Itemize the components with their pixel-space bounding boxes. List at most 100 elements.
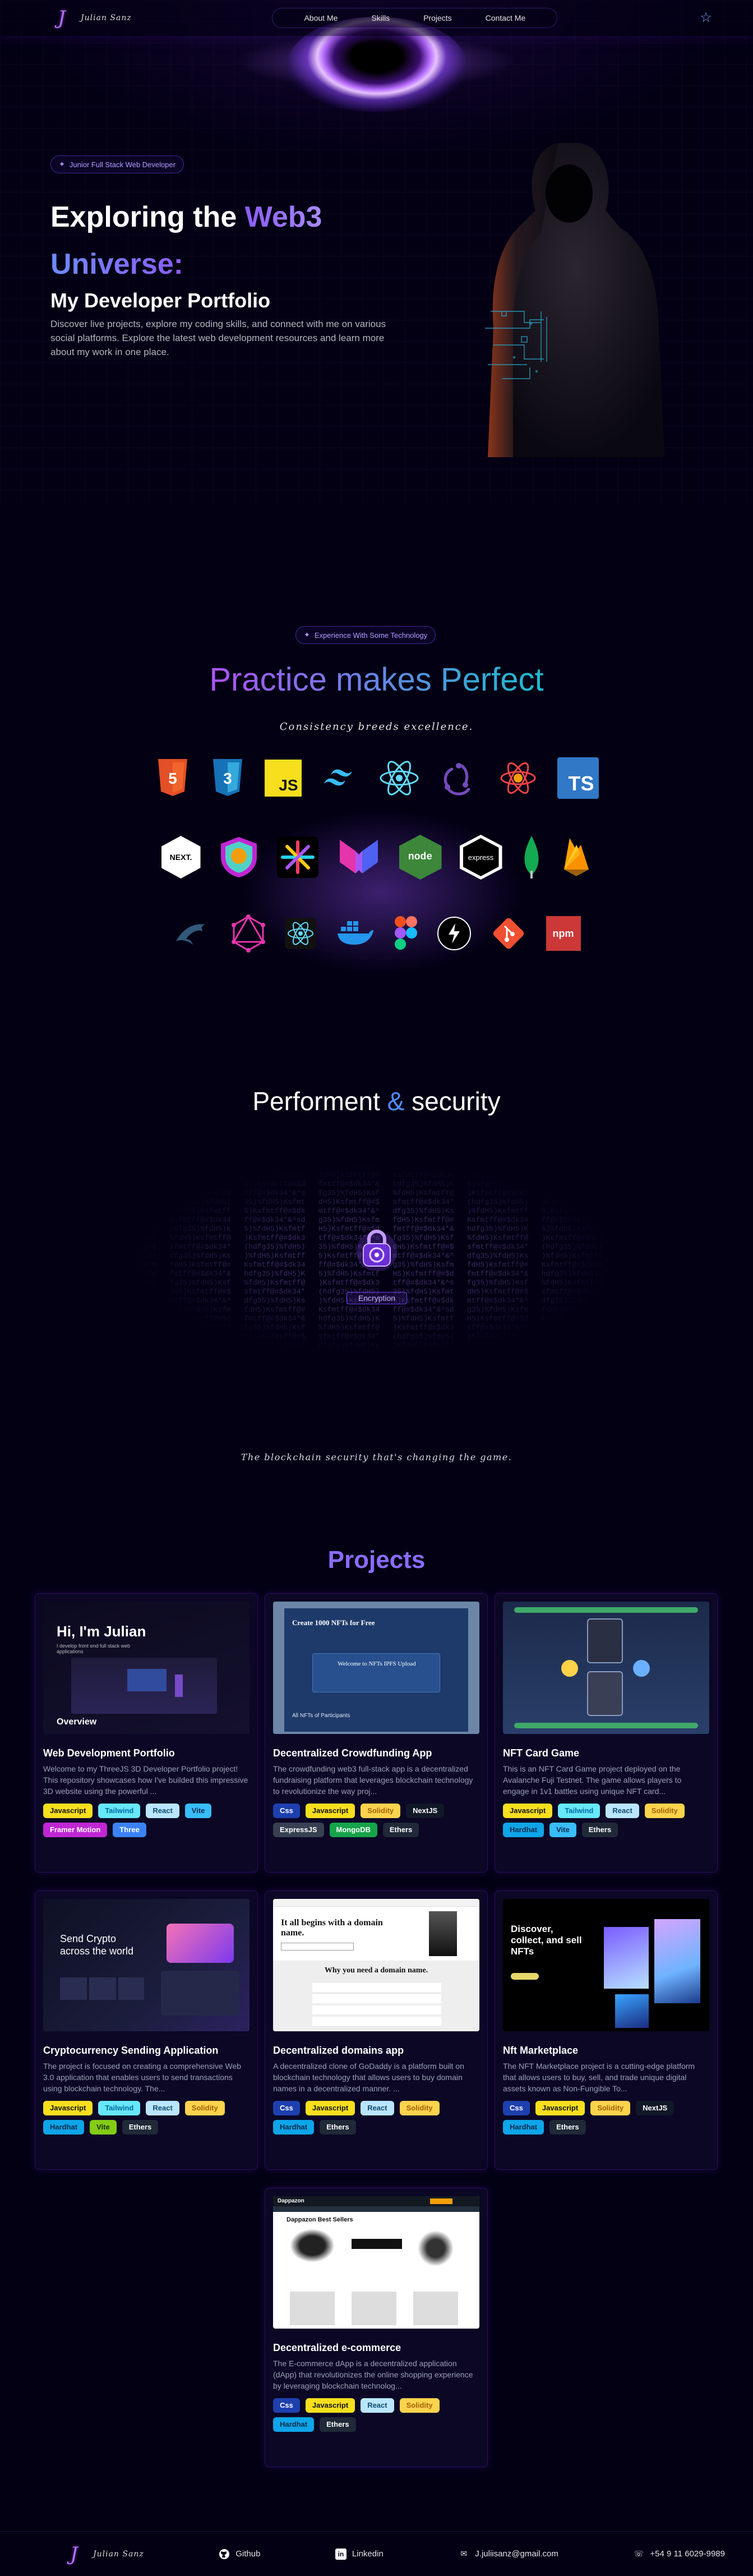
- footer-phone-link[interactable]: ☏ +54 9 11 6029-9989: [633, 2549, 725, 2560]
- footer-linkedin-label: Linkedin: [352, 2549, 384, 2559]
- thumb-connect: [430, 2198, 452, 2204]
- thumb-panel: Welcome to NFTs IPFS Upload: [312, 1653, 440, 1692]
- mysql-icon[interactable]: [173, 917, 212, 950]
- skills-badge-label: Experience With Some Technology: [314, 631, 428, 640]
- hooded-hacker-image: [485, 143, 664, 457]
- portfolio-page: { "nav": { "logo_letter": "J", "logo_tex…: [0, 0, 753, 2576]
- thumb-sub: Why you need a domain name.: [324, 1966, 428, 1975]
- project-card-crypto-sending[interactable]: Send Crypto across the world Cryptocurre…: [35, 1890, 258, 2170]
- nextjs-icon[interactable]: NEXT.: [161, 836, 201, 878]
- footer-github-link[interactable]: Github: [219, 2549, 260, 2560]
- footer-logo-text: Julian Sanz: [93, 2549, 144, 2559]
- phone-icon: ☏: [634, 2549, 644, 2558]
- project-card-nft-card-game[interactable]: NFT Card Game This is an NFT Card Game p…: [495, 1593, 718, 1873]
- thumb-nft-2: [654, 1919, 700, 2003]
- thumb-product-3: [413, 2229, 458, 2268]
- tag: Javascript: [535, 2101, 585, 2115]
- project-tags: Css Javascript React Solidity Hardhat Et…: [273, 2398, 482, 2432]
- nodejs-icon[interactable]: node: [399, 835, 442, 880]
- tag: Solidity: [590, 2101, 631, 2115]
- material-ui-icon[interactable]: [336, 836, 381, 878]
- project-card-crowdfunding[interactable]: Create 1000 NFTs for Free Welcome to NFT…: [265, 1593, 488, 1873]
- typescript-icon[interactable]: TS: [557, 757, 599, 799]
- star-icon[interactable]: ☆: [698, 10, 714, 26]
- project-card-domains[interactable]: It all begins with a domain name. Why yo…: [265, 1890, 488, 2170]
- health-bar-bottom: [514, 1723, 698, 1728]
- thumb-lower: Why you need a domain name.: [273, 1961, 479, 2031]
- encryption-label: Encryption: [347, 1292, 407, 1304]
- footer-logo-mark: J: [70, 2542, 78, 2565]
- skills-row-3: npm: [0, 914, 753, 953]
- sparkles-icon: ✦: [304, 631, 310, 639]
- tag: NextJS: [636, 2101, 675, 2115]
- thumb-desk-scene: [71, 1658, 217, 1714]
- html5-icon[interactable]: 5: [155, 758, 191, 798]
- skills-title: Practice makes Perfect: [0, 661, 753, 698]
- thumb-product-2: [352, 2229, 402, 2262]
- footer-logo[interactable]: J Julian Sanz: [63, 2543, 144, 2565]
- react-query-icon[interactable]: [498, 760, 538, 797]
- tailwind-icon[interactable]: [321, 766, 360, 790]
- tag: Javascript: [43, 1804, 93, 1818]
- nav-projects[interactable]: Projects: [406, 13, 469, 22]
- tag: Ethers: [382, 1823, 419, 1837]
- nav-contact-me[interactable]: Contact Me: [469, 13, 543, 22]
- hero-subtitle: My Developer Portfolio: [50, 289, 271, 312]
- lock-icon: [357, 1229, 397, 1271]
- express-icon-wrap[interactable]: express: [459, 835, 502, 880]
- tag: ExpressJS: [273, 1823, 324, 1837]
- nav-about-me[interactable]: About Me: [287, 13, 354, 22]
- hero-description: Discover live projects, explore my codin…: [50, 319, 386, 357]
- project-card-portfolio[interactable]: Hi, I'm Julian I develop front end full …: [35, 1593, 258, 1873]
- project-description: A decentralized clone of GoDaddy is a pl…: [273, 2062, 464, 2093]
- project-card-nft-marketplace[interactable]: Discover, collect, and sell NFTs Nft Mar…: [495, 1890, 718, 2170]
- tag: MongoDB: [329, 1823, 377, 1837]
- thumb-heading: Send Crypto across the world: [60, 1933, 134, 1957]
- npm-icon[interactable]: npm: [546, 916, 581, 951]
- docker-icon[interactable]: [335, 918, 375, 949]
- tag: Tailwind: [558, 1804, 600, 1818]
- tag: Hardhat: [43, 2120, 85, 2135]
- logo[interactable]: J Julian Sanz: [50, 7, 132, 29]
- tag: Javascript: [305, 1804, 355, 1818]
- thumb-domain-list: [312, 1983, 441, 2027]
- thumb-cta: [511, 1973, 539, 1980]
- react-icon[interactable]: [379, 760, 419, 797]
- tag: Vite: [549, 1823, 576, 1837]
- tag: React: [361, 2101, 394, 2115]
- footer-linkedin-link[interactable]: in Linkedin: [335, 2548, 384, 2560]
- firebase-icon[interactable]: [561, 836, 592, 878]
- attack-button: [561, 1660, 578, 1677]
- css3-icon[interactable]: 3: [210, 758, 246, 798]
- javascript-icon[interactable]: JS: [264, 760, 302, 797]
- nav-skills[interactable]: Skills: [354, 13, 406, 22]
- tag: Solidity: [399, 2398, 440, 2413]
- tag: Ethers: [549, 2120, 586, 2135]
- react-native-icon[interactable]: [284, 918, 316, 949]
- vercel-icon[interactable]: [437, 917, 471, 950]
- tag: Javascript: [503, 1804, 553, 1818]
- thumb-heading: Hi, I'm Julian: [57, 1623, 146, 1640]
- mongodb-icon[interactable]: [520, 835, 543, 880]
- hero-title-text: Exploring the: [50, 201, 245, 233]
- thumb-heading: Dappazon Best Sellers: [287, 2216, 353, 2223]
- tag: Solidity: [399, 2101, 440, 2115]
- project-card-ecommerce[interactable]: Dappazon Dappazon Best Sellers Decentral…: [265, 2188, 488, 2467]
- figma-icon[interactable]: [394, 915, 418, 952]
- tanstack-icon[interactable]: [219, 836, 259, 878]
- git-icon[interactable]: [490, 915, 527, 952]
- project-thumbnail: Create 1000 NFTs for Free Welcome to NFT…: [273, 1602, 479, 1734]
- security-tagline: The blockchain security that's changing …: [241, 1452, 512, 1462]
- redux-icon[interactable]: [438, 758, 479, 798]
- footer-phone-label: +54 9 11 6029-9989: [650, 2549, 725, 2559]
- projects-title: Projects: [327, 1546, 426, 1574]
- project-description: The NFT Marketplace project is a cutting…: [503, 2062, 695, 2093]
- graphql-icon[interactable]: [231, 914, 266, 953]
- project-description: This is an NFT Card Game project deploye…: [503, 1764, 682, 1796]
- thumb-topbar: Dappazon: [273, 2196, 479, 2206]
- tag: React: [606, 1804, 639, 1818]
- tag: Css: [273, 2101, 300, 2115]
- footer-email-link[interactable]: ✉ J.juliisanz@gmail.com: [458, 2549, 558, 2560]
- hero-badge: ✦ Junior Full Stack Web Developer: [50, 155, 184, 173]
- storybook-icon[interactable]: [276, 836, 318, 878]
